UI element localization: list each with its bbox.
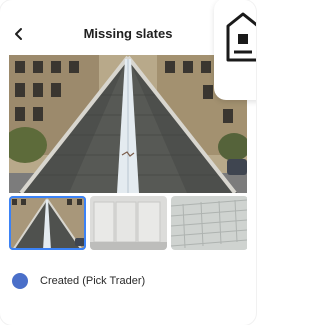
logo-card — [214, 0, 256, 100]
thumbnail-flat-roof[interactable] — [90, 196, 167, 250]
main-photo[interactable] — [9, 55, 247, 193]
thumbnail-slate-tiles[interactable] — [171, 196, 248, 250]
thumbnail-strip — [9, 196, 248, 250]
thumbnail-roof-ridge[interactable] — [9, 196, 86, 250]
status-row: Created (Pick Trader) — [12, 272, 145, 290]
house-logo-icon — [226, 12, 256, 62]
status-dot — [12, 273, 28, 289]
status-label: Created (Pick Trader) — [40, 275, 146, 287]
app-screen: Missing slates Created (Pick Trader) — [0, 0, 256, 325]
